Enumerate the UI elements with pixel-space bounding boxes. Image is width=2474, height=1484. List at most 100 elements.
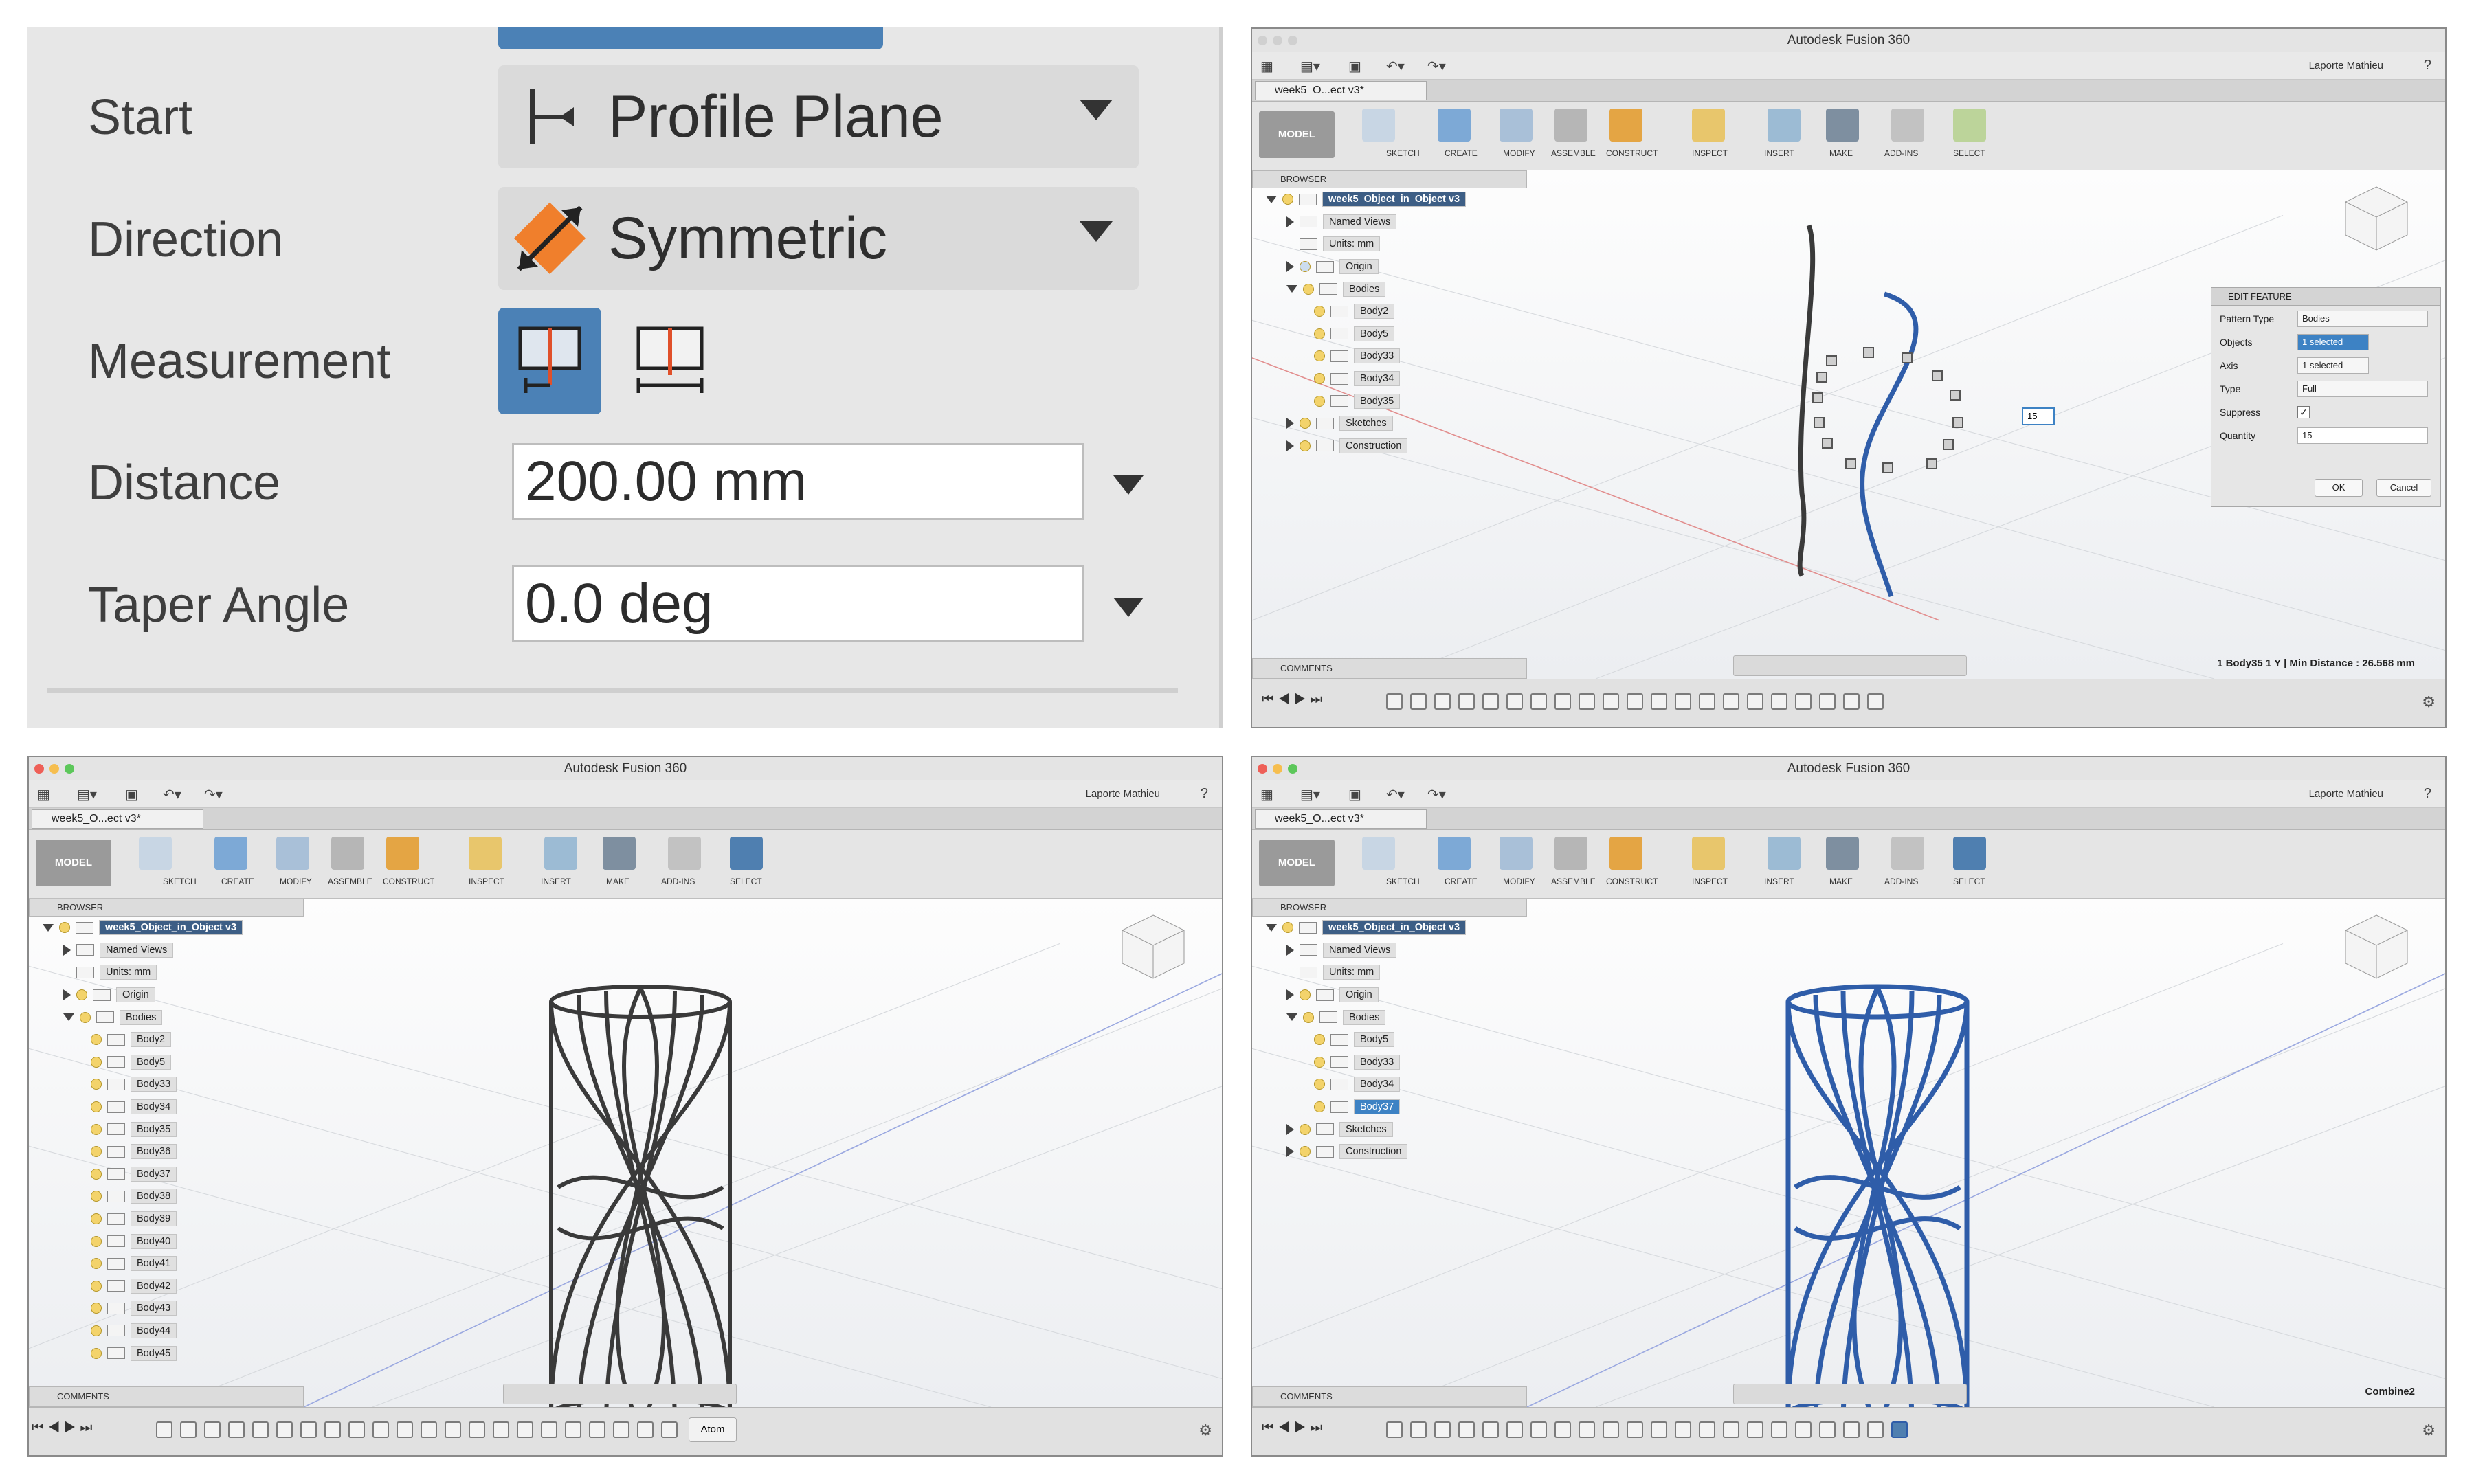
timeline-playback-controls[interactable]: ⏮ ◀ ▶ ⏭ [1262,692,1322,708]
tree-item-body[interactable]: Body34 [1266,368,1527,390]
lightbulb-icon[interactable] [91,1213,102,1225]
view-cube-icon[interactable] [2335,180,2418,256]
make-tool[interactable] [1826,109,1859,142]
quantity-input[interactable]: 15 [2297,427,2428,444]
view-cube-icon[interactable] [2335,908,2418,984]
direction-select[interactable]: Symmetric [498,187,1139,290]
tree-item-body[interactable]: Body42 [43,1275,304,1298]
redo-icon[interactable]: ↷▾ [204,786,223,803]
canvas-viewport[interactable]: BROWSER week5_Object_in_Object v3 Named … [29,899,1222,1431]
tree-item-body[interactable]: Body5 [43,1051,304,1074]
lightbulb-icon[interactable] [1314,1056,1325,1068]
lightbulb-icon[interactable] [1300,1123,1311,1135]
create-tool[interactable] [1438,109,1471,142]
sketch-tool[interactable] [1362,837,1395,870]
document-tab[interactable]: week5_O...ect v3* [32,809,203,829]
tree-root[interactable]: week5_Object_in_Object v3 [1266,188,1527,211]
minimize-dot[interactable] [1273,36,1282,45]
chevron-down-icon[interactable] [1113,598,1144,617]
insert-tool[interactable] [1768,109,1801,142]
tree-item-body[interactable]: Body43 [43,1297,304,1320]
top-button[interactable] [498,27,883,49]
gear-icon[interactable]: ⚙ [2422,1421,2436,1439]
document-tab[interactable]: week5_O...ect v3* [1255,81,1427,100]
tree-item-body-selected[interactable]: Body37 [1266,1096,1527,1118]
tree-item-named-views[interactable]: Named Views [43,939,304,962]
tree-item-units[interactable]: Units: mm [1266,961,1527,984]
sketch-tool[interactable] [1362,109,1395,142]
lightbulb-icon[interactable] [1300,418,1311,429]
lightbulb-icon[interactable] [1303,1011,1314,1023]
lightbulb-icon[interactable] [91,1303,102,1314]
tree-item-origin[interactable]: Origin [1266,984,1527,1007]
tree-item-body[interactable]: Body35 [1266,390,1527,412]
type-select[interactable]: Full [2297,381,2428,397]
zoom-dot[interactable] [1288,764,1297,774]
file-icon[interactable]: ▤▾ [1300,786,1320,803]
lightbulb-icon[interactable] [91,1079,102,1090]
user-menu[interactable]: Laporte Mathieu [2309,788,2383,800]
lightbulb-icon[interactable] [1314,373,1325,385]
save-icon[interactable]: ▣ [1348,786,1361,803]
modify-tool[interactable] [1500,837,1533,870]
add-ins-tool[interactable] [1891,837,1924,870]
save-icon[interactable]: ▣ [125,786,138,803]
modify-tool[interactable] [1500,109,1533,142]
document-tab[interactable]: week5_O...ect v3* [1255,809,1427,829]
select-tool[interactable] [1953,837,1986,870]
measurement-symmetric-button[interactable] [498,308,601,414]
pattern-type-select[interactable]: Bodies [2297,311,2428,327]
start-select[interactable]: Profile Plane [498,65,1139,168]
measurement-whole-button[interactable] [618,308,722,414]
tree-item-body[interactable]: Body41 [43,1252,304,1275]
tree-item-construction[interactable]: Construction [1266,1140,1527,1163]
tree-item-body[interactable]: Body5 [1266,1028,1527,1051]
lightbulb-icon[interactable] [91,1191,102,1202]
file-icon[interactable]: ▤▾ [1300,58,1320,75]
tree-item-body[interactable]: Body37 [43,1163,304,1186]
construct-tool[interactable] [1609,837,1642,870]
close-dot[interactable] [34,764,44,774]
browser-header[interactable]: BROWSER [29,899,304,917]
help-icon[interactable]: ? [2424,58,2431,74]
tree-item-body[interactable]: Body33 [43,1073,304,1096]
tree-item-named-views[interactable]: Named Views [1266,211,1527,234]
redo-icon[interactable]: ↷▾ [1427,58,1446,75]
lightbulb-icon[interactable] [91,1235,102,1247]
tree-item-body[interactable]: Body40 [43,1230,304,1252]
make-tool[interactable] [1826,837,1859,870]
lightbulb-icon[interactable] [1314,1079,1325,1090]
tree-item-body[interactable]: Body2 [43,1028,304,1051]
inspect-tool[interactable] [1692,837,1725,870]
workspace-button[interactable]: MODEL [1259,111,1335,158]
construct-tool[interactable] [1609,109,1642,142]
minimize-dot[interactable] [1273,764,1282,774]
make-tool[interactable] [603,837,636,870]
assemble-tool[interactable] [331,837,364,870]
canvas-viewport[interactable]: BROWSER week5_Object_in_Object v3 Named … [1252,899,2445,1432]
construct-tool[interactable] [386,837,419,870]
comments-panel[interactable]: COMMENTS [1252,1386,1527,1407]
tree-item-body[interactable]: Body5 [1266,323,1527,346]
tree-item-body[interactable]: Body45 [43,1342,304,1364]
lightbulb-icon[interactable] [1282,922,1293,934]
lightbulb-icon[interactable] [91,1146,102,1158]
add-ins-tool[interactable] [1891,109,1924,142]
browser-header[interactable]: BROWSER [1252,899,1527,917]
axis-selection[interactable]: 1 selected [2297,357,2369,374]
close-dot[interactable] [1258,764,1267,774]
zoom-dot[interactable] [65,764,74,774]
tree-item-bodies[interactable]: Bodies [1266,1006,1527,1028]
lightbulb-icon[interactable] [91,1280,102,1292]
lightbulb-icon[interactable] [1300,1146,1311,1158]
undo-icon[interactable]: ↶▾ [1386,58,1405,75]
quantity-inline-input[interactable]: 15 [2022,407,2055,425]
comments-panel[interactable]: COMMENTS [29,1386,304,1407]
lightbulb-icon[interactable] [91,1168,102,1180]
tree-item-origin[interactable]: Origin [1266,256,1527,278]
lightbulb-icon[interactable] [1300,989,1311,1001]
timeline-playback-controls[interactable]: ⏮ ◀ ▶ ⏭ [1262,1420,1322,1436]
lightbulb-icon[interactable] [1300,261,1311,273]
gear-icon[interactable]: ⚙ [2422,693,2436,711]
view-cube-icon[interactable] [1112,908,1194,984]
